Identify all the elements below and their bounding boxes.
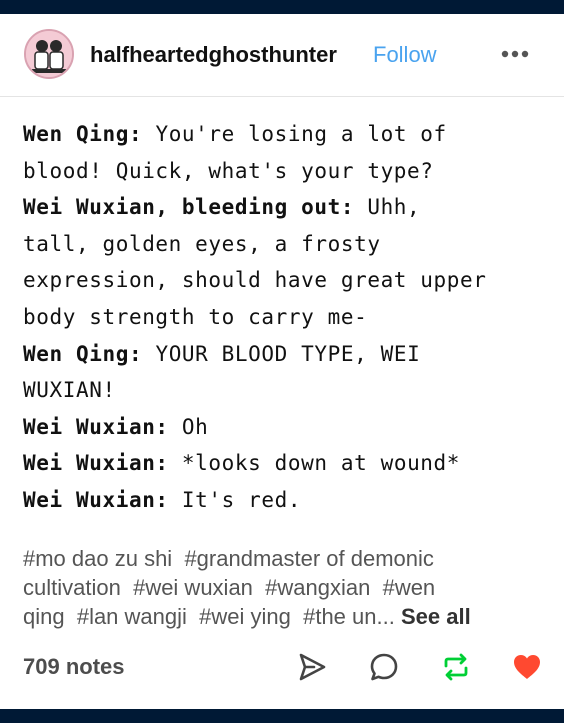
speaker: Wen Qing: (23, 122, 143, 146)
dialogue-line: blood! Quick, what's your type? (23, 153, 543, 190)
tag-link[interactable]: #wei ying (199, 604, 291, 629)
post-footer: 709 notes (0, 644, 564, 688)
dialogue-text: blood! Quick, what's your type? (23, 158, 434, 183)
follow-button[interactable]: Follow (373, 42, 437, 68)
see-all-link[interactable]: See all (401, 604, 471, 629)
dialogue-line: Wei Wuxian, bleeding out: Uhh, (23, 189, 543, 226)
dialogue-text: tall, golden eyes, a frosty (23, 231, 381, 256)
tag-link[interactable]: #the un... (303, 604, 395, 629)
dialogue-line: expression, should have great upper (23, 262, 543, 299)
dialogue-text: Oh (168, 414, 209, 439)
dialogue-text: *looks down at wound* (168, 451, 461, 476)
more-icon[interactable] (498, 47, 534, 61)
speaker: Wen Qing: (23, 341, 143, 366)
speaker: Wei Wuxian: (23, 487, 169, 512)
post-header: halfheartedghosthunter Follow (0, 14, 564, 97)
reblog-icon[interactable] (440, 651, 472, 683)
share-icon[interactable] (296, 651, 328, 683)
post-body: Wen Qing: You're losing a lot of blood! … (23, 116, 543, 519)
dialogue-text: WUXIAN! (23, 378, 116, 403)
avatar-image (26, 31, 72, 77)
tag-link[interactable]: #grandmaster of demonic (184, 546, 433, 571)
notes-count[interactable]: 709 notes (23, 654, 125, 680)
post-card: halfheartedghosthunter Follow Wen Qing: … (0, 14, 564, 709)
bottom-frame-bar (0, 709, 564, 723)
dialogue-text: Uhh, (354, 195, 421, 220)
dialogue-line: tall, golden eyes, a frosty (23, 226, 543, 263)
tag-link[interactable]: qing (23, 604, 65, 629)
dialogue-line: WUXIAN! (23, 372, 543, 409)
dialogue-text: body strength to carry me- (23, 304, 368, 329)
dialogue-line: Wen Qing: YOUR BLOOD TYPE, WEI (23, 336, 543, 373)
speaker: Wei Wuxian: (23, 451, 169, 476)
top-frame-bar (0, 0, 564, 14)
reply-icon[interactable] (368, 651, 400, 683)
tag-link[interactable]: #lan wangji (77, 604, 187, 629)
tag-link[interactable]: #wei wuxian (133, 575, 253, 600)
dialogue-text: expression, should have great upper (23, 268, 487, 293)
dialogue-text: You're losing a lot of (142, 122, 447, 146)
username[interactable]: halfheartedghosthunter (90, 42, 337, 68)
tag-link[interactable]: #mo dao zu shi (23, 546, 172, 571)
speaker: Wei Wuxian: (23, 414, 169, 439)
tag-link[interactable]: #wen (383, 575, 436, 600)
dialogue-line: Wen Qing: You're losing a lot of (23, 116, 543, 153)
avatar[interactable] (24, 29, 74, 79)
speaker: Wei Wuxian, bleeding out: (23, 195, 355, 220)
dialogue-line: Wei Wuxian: Oh (23, 409, 543, 446)
dialogue-line: Wei Wuxian: It's red. (23, 482, 543, 519)
dialogue-line: Wei Wuxian: *looks down at wound* (23, 445, 543, 482)
like-icon[interactable] (511, 651, 543, 683)
tag-link[interactable]: #wangxian (265, 575, 370, 600)
tag-list: #mo dao zu shi #grandmaster of demonic c… (23, 544, 543, 631)
dialogue-text: YOUR BLOOD TYPE, WEI (142, 341, 421, 366)
dialogue-line: body strength to carry me- (23, 299, 543, 336)
dialogue-text: It's red. (168, 487, 302, 512)
tag-link[interactable]: cultivation (23, 575, 121, 600)
